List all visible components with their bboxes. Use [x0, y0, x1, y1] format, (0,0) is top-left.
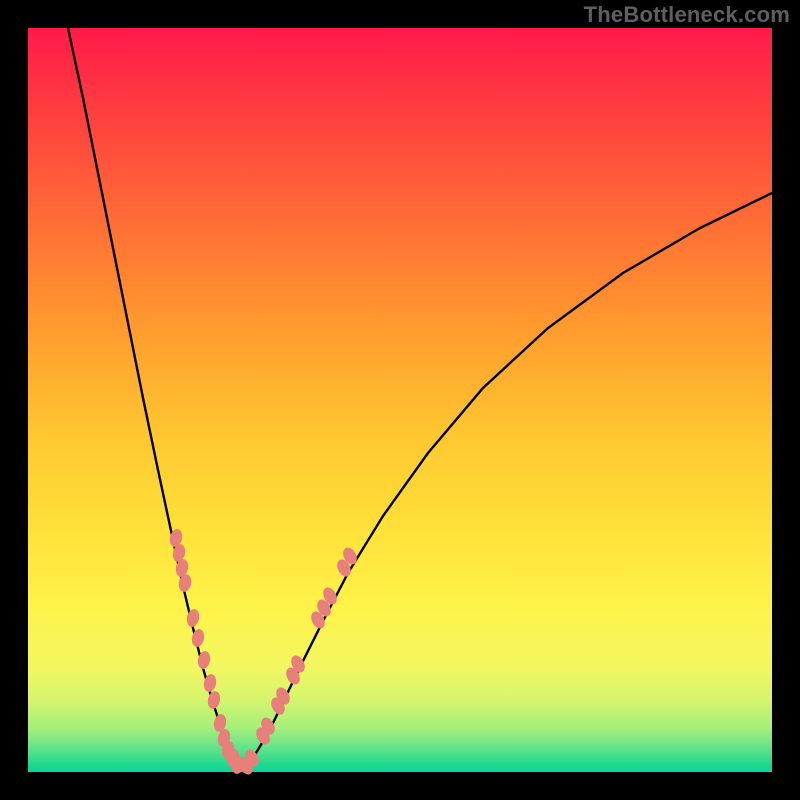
curves-svg: [28, 28, 772, 772]
watermark: TheBottleneck.com: [584, 2, 790, 28]
bead-group: [169, 529, 359, 777]
plot-area: [28, 28, 772, 772]
curve-right: [246, 193, 772, 768]
curve-left: [68, 28, 238, 766]
chart-frame: TheBottleneck.com: [0, 0, 800, 800]
bead: [207, 691, 221, 710]
